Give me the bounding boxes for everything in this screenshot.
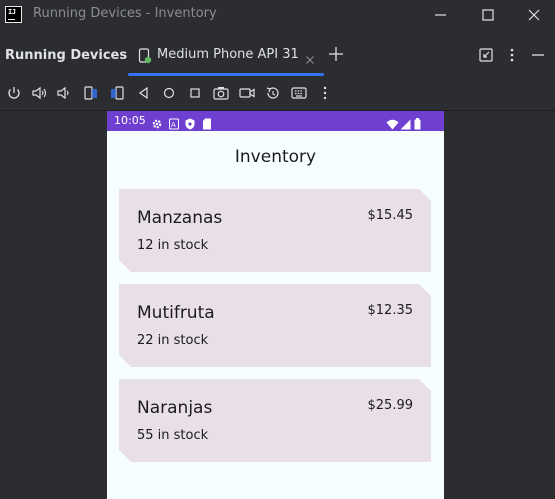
keyboard-icon[interactable] (290, 84, 308, 102)
intellij-logo-icon: IJ (5, 6, 22, 23)
window-title-bar: IJ Running Devices - Inventory (0, 0, 555, 30)
item-price: $25.99 (367, 398, 414, 413)
back-icon[interactable] (135, 84, 153, 102)
android-status-bar: 10:05 A (107, 111, 444, 131)
status-time: 10:05 (114, 114, 146, 127)
emulator-toolbar (0, 76, 555, 111)
inventory-item-card[interactable]: Naranjas $25.99 55 in stock (119, 379, 431, 462)
item-stock: 22 in stock (137, 333, 209, 348)
item-name: Mutifruta (137, 303, 215, 323)
app-title: Inventory (234, 147, 317, 167)
minimize-tool-window-icon[interactable] (478, 47, 494, 67)
window-title: Running Devices - Inventory (33, 6, 217, 21)
item-stock: 12 in stock (137, 238, 209, 253)
item-name: Naranjas (137, 398, 213, 418)
tool-window-header: Running Devices Medium Phone API 31 (0, 30, 555, 76)
tab-device[interactable]: Medium Phone API 31 (128, 40, 324, 76)
volume-down-icon[interactable] (55, 84, 73, 102)
phone-device-icon (138, 48, 152, 68)
text-a-icon: A (168, 115, 180, 134)
more-actions-icon[interactable] (316, 84, 334, 102)
inventory-item-card[interactable]: Mutifruta $12.35 22 in stock (119, 284, 431, 367)
battery-icon (414, 115, 421, 134)
sd-card-icon (202, 115, 212, 134)
device-tab-label: Medium Phone API 31 (157, 47, 299, 62)
item-name: Manzanas (137, 208, 223, 228)
rotate-right-icon[interactable] (108, 84, 126, 102)
close-tab-icon[interactable] (305, 50, 315, 69)
item-price: $12.35 (367, 303, 414, 318)
volume-up-icon[interactable] (30, 84, 48, 102)
close-window-button[interactable] (511, 0, 555, 30)
overview-icon[interactable] (186, 84, 204, 102)
cellular-signal-icon (400, 115, 411, 134)
power-icon[interactable] (5, 84, 23, 102)
hide-tool-window-icon[interactable] (530, 47, 546, 67)
settings-gear-icon (151, 115, 163, 134)
add-device-icon[interactable] (328, 46, 344, 66)
home-icon[interactable] (160, 84, 178, 102)
svg-text:A: A (171, 121, 176, 129)
inventory-item-card[interactable]: Manzanas $15.45 12 in stock (119, 189, 431, 272)
screen-record-icon[interactable] (238, 84, 256, 102)
reset-icon[interactable] (264, 84, 282, 102)
shield-icon (185, 115, 195, 134)
more-options-icon[interactable] (505, 47, 519, 67)
maximize-button[interactable] (465, 0, 511, 30)
item-stock: 55 in stock (137, 428, 209, 443)
item-price: $15.45 (367, 208, 414, 223)
rotate-left-icon[interactable] (82, 84, 100, 102)
screenshot-icon[interactable] (212, 84, 230, 102)
emulator-screen[interactable]: 10:05 A Inventory Manzanas $15.45 12 in … (107, 111, 444, 499)
wifi-icon (386, 115, 399, 134)
tool-window-title: Running Devices (5, 48, 128, 63)
minimize-button[interactable] (418, 0, 464, 30)
